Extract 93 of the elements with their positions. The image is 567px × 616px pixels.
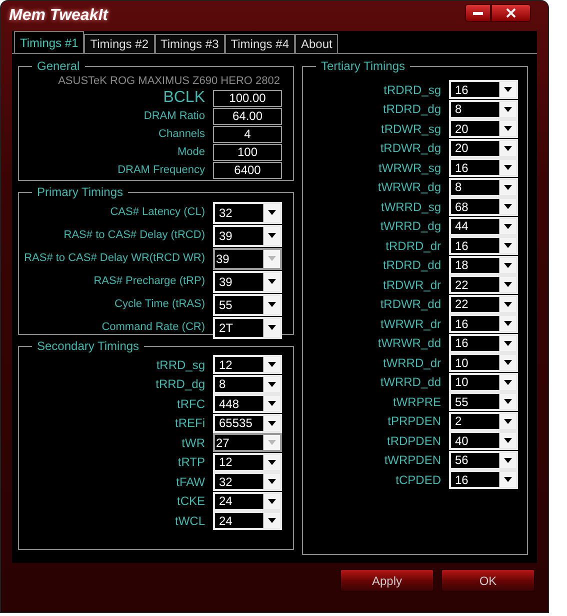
- dropdown-field[interactable]: 55: [449, 392, 518, 412]
- dropdown-field[interactable]: 16: [449, 334, 518, 353]
- info-label: DRAM Ratio: [144, 110, 205, 122]
- tab[interactable]: About: [295, 34, 338, 53]
- tab[interactable]: Timings #2: [84, 34, 154, 53]
- timing-label: tWRWR_dg: [378, 179, 441, 196]
- dropdown-field[interactable]: 8: [213, 374, 282, 394]
- timing-label: tPRPDEN: [388, 413, 441, 430]
- timing-label: RAS# Precharge (tRP): [94, 274, 205, 290]
- timing-label: tRRD_dg: [156, 376, 205, 394]
- timing-label: tWRWR_dd: [378, 335, 441, 352]
- board-name: ASUSTeK ROG MAXIMUS Z690 HERO 2802: [57, 75, 281, 88]
- timing-label: tWRRD_dr: [382, 354, 441, 372]
- timing-label: RAS# to CAS# Delay WR(tRCD WR): [24, 251, 205, 266]
- dropdown-field[interactable]: 32: [213, 202, 282, 224]
- timing-label: tCPDED: [396, 472, 441, 489]
- tab[interactable]: Timings #1: [14, 31, 84, 53]
- dropdown-field[interactable]: 24: [213, 492, 282, 511]
- dropdown-field[interactable]: 68: [449, 197, 518, 216]
- timing-label: tRTP: [178, 454, 205, 472]
- value-field: 64.00: [213, 108, 282, 124]
- timing-label: Cycle Time (tRAS): [114, 297, 205, 312]
- dropdown-field[interactable]: 44: [449, 216, 518, 236]
- group-title: Primary Timings: [36, 184, 124, 201]
- timing-label: tRRD_sg: [156, 356, 205, 374]
- timing-label: tRFC: [177, 396, 205, 413]
- dropdown-field[interactable]: 16: [449, 236, 518, 256]
- value-field: 100: [213, 144, 282, 160]
- value-field: 4: [213, 126, 282, 142]
- dropdown-field[interactable]: 8: [449, 100, 518, 119]
- dialog-button[interactable]: Apply: [340, 569, 434, 592]
- info-label: DRAM Frequency: [118, 164, 205, 176]
- dropdown-field[interactable]: 16: [449, 314, 518, 334]
- timing-label: tFAW: [176, 474, 205, 491]
- dropdown-field[interactable]: 12: [213, 355, 282, 374]
- timing-label: Command Rate (CR): [102, 320, 205, 336]
- dropdown-field[interactable]: 10: [449, 372, 518, 392]
- dropdown-field[interactable]: 22: [449, 275, 518, 294]
- dropdown-field[interactable]: 448: [213, 394, 282, 414]
- timing-label: tCKE: [176, 493, 205, 510]
- timing-label: tWR: [182, 434, 205, 452]
- timing-label: CAS# Latency (CL): [110, 205, 205, 220]
- tab[interactable]: Timings #4: [224, 34, 295, 53]
- timing-label: tWRWR_dr: [380, 316, 441, 333]
- dialog-button[interactable]: OK: [441, 569, 535, 592]
- timing-label: tRDRD_dg: [382, 101, 441, 118]
- timing-label: tRDRD_dr: [386, 238, 441, 255]
- dropdown-field[interactable]: 39: [213, 224, 282, 246]
- timing-label: RAS# to CAS# Delay (tRCD): [64, 228, 205, 244]
- dropdown-field[interactable]: 20: [449, 138, 518, 158]
- dropdown-field[interactable]: 8: [449, 178, 518, 197]
- dropdown-field[interactable]: 16: [449, 470, 518, 490]
- dropdown-field[interactable]: 56: [449, 450, 518, 470]
- dropdown-field[interactable]: 12: [213, 452, 282, 472]
- timing-label: tWRRD_dg: [380, 218, 441, 236]
- dropdown-field[interactable]: 32: [213, 472, 282, 492]
- info-label: Channels: [158, 128, 205, 140]
- value-field: 100.00: [213, 90, 282, 106]
- dropdown-field[interactable]: 16: [449, 158, 518, 178]
- dropdown-field[interactable]: 18: [449, 256, 518, 275]
- dropdown-field[interactable]: 40: [449, 431, 518, 450]
- timing-label: tRDWR_dr: [382, 276, 441, 294]
- timing-label: tWRPRE: [393, 394, 441, 411]
- dropdown-field[interactable]: 39: [213, 270, 282, 292]
- dropdown-field[interactable]: 55: [213, 294, 282, 316]
- timing-label: tRDRD_dd: [382, 257, 441, 274]
- dropdown-field[interactable]: 10: [449, 353, 518, 372]
- group-title: Secondary Timings: [36, 338, 140, 355]
- group-title: General: [36, 58, 81, 75]
- dropdown-field[interactable]: 65535: [213, 414, 282, 433]
- dropdown-field[interactable]: 20: [449, 119, 518, 138]
- timing-label: tWCL: [175, 512, 205, 530]
- timing-label: tRDWR_dd: [380, 296, 441, 314]
- timing-label: tREFi: [175, 415, 205, 432]
- timing-label: tRDWR_sg: [380, 120, 441, 138]
- dropdown-field[interactable]: 22: [449, 294, 518, 314]
- timing-label: tWRPDEN: [384, 452, 441, 470]
- info-label: BCLK: [163, 90, 205, 106]
- timing-label: tRDWR_dg: [380, 140, 441, 158]
- dropdown-field[interactable]: 16: [449, 80, 518, 100]
- group-title: Tertiary Timings: [320, 58, 406, 75]
- timing-label: tRDPDEN: [386, 432, 441, 450]
- timing-label: tWRRD_sg: [380, 198, 441, 216]
- info-label: Mode: [177, 146, 205, 158]
- timing-label: tWRRD_dd: [380, 374, 441, 392]
- dropdown-field[interactable]: 2T: [213, 316, 282, 338]
- dropdown-field[interactable]: 2: [449, 412, 518, 431]
- dropdown-field[interactable]: 24: [213, 511, 282, 530]
- timing-label: tRDRD_sg: [384, 82, 441, 99]
- window-title: Mem TweakIt: [9, 6, 108, 26]
- tab[interactable]: Timings #3: [154, 34, 225, 53]
- timing-label: tWRWR_sg: [378, 160, 441, 177]
- value-field: 6400: [213, 162, 282, 178]
